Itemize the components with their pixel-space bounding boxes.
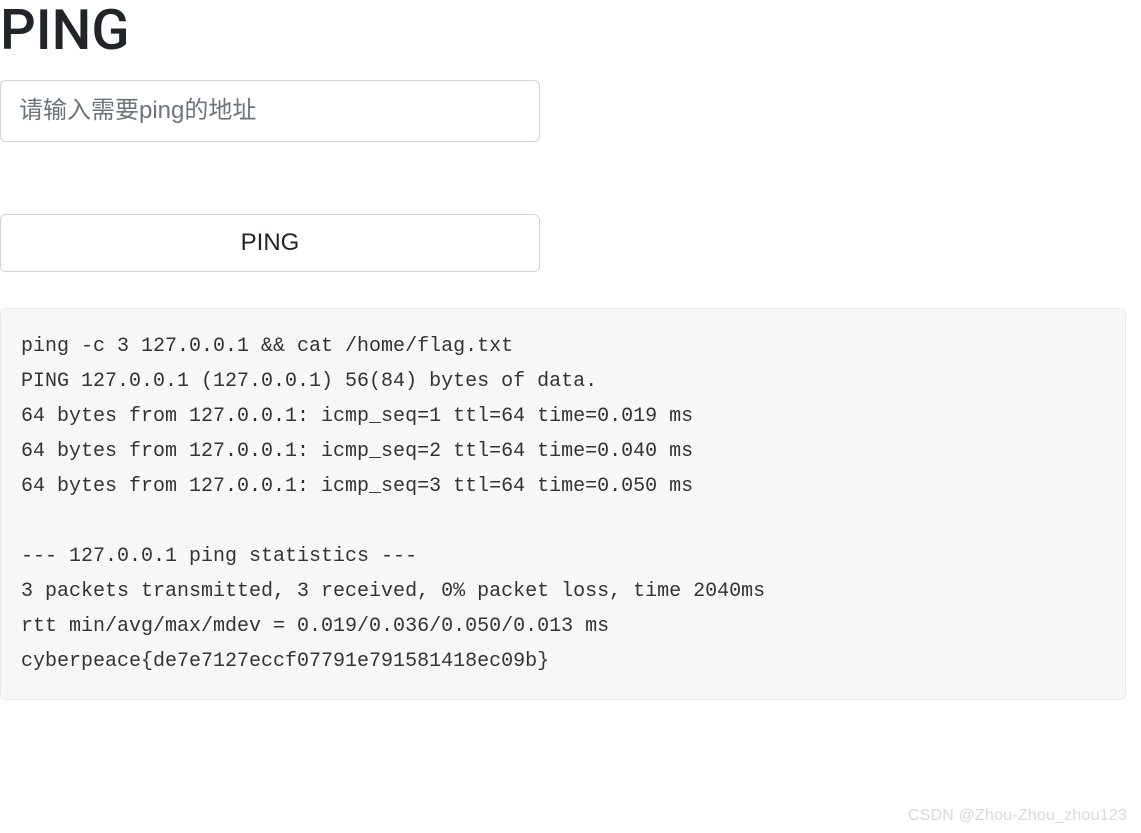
ping-form: PING — [0, 80, 1141, 272]
watermark: CSDN @Zhou-Zhou_zhou123 — [908, 807, 1127, 825]
address-input[interactable] — [0, 80, 540, 142]
ping-button[interactable]: PING — [0, 214, 540, 272]
ping-output: ping -c 3 127.0.0.1 && cat /home/flag.tx… — [0, 308, 1126, 700]
page-title: PING — [0, 0, 1141, 62]
